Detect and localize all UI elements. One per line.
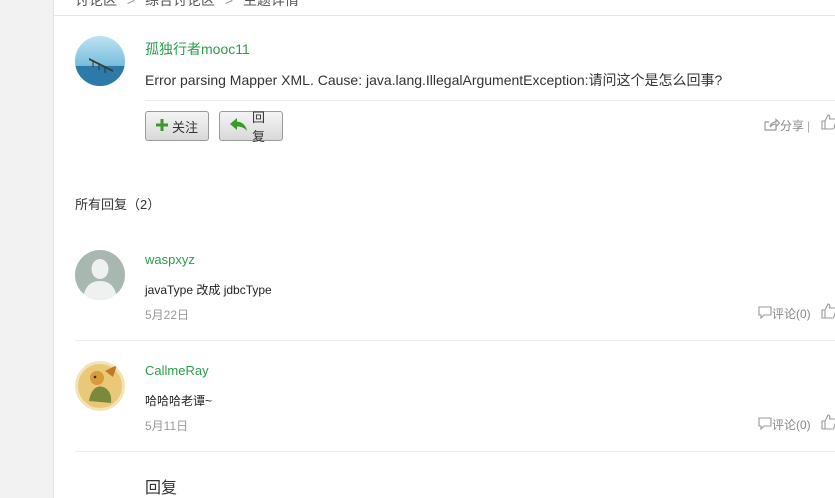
share-icon <box>764 117 781 134</box>
breadcrumb-separator: > <box>126 0 136 8</box>
reply-author-name[interactable]: waspxyz <box>145 252 195 267</box>
share-link[interactable]: 分享 | <box>764 117 810 134</box>
plus-icon <box>156 119 168 133</box>
reply-author-name[interactable]: CallmeRay <box>145 363 209 378</box>
reply-comment-link[interactable]: 评论(0) <box>758 416 811 433</box>
reply-date: 5月11日 <box>145 419 189 433</box>
question-divider <box>145 100 835 101</box>
comment-count-label: 评论(0) <box>772 307 811 321</box>
share-separator: | <box>807 118 811 133</box>
comment-count-label: 评论(0) <box>772 418 811 432</box>
reply-arrow-icon <box>230 118 248 134</box>
follow-button[interactable]: 关注 <box>145 111 209 141</box>
reply-date: 5月22日 <box>145 308 190 322</box>
reply-form-heading: 回复 <box>145 480 178 497</box>
breadcrumb-item-forum[interactable]: 讨论区 <box>75 0 117 8</box>
question-author-avatar[interactable] <box>75 36 125 86</box>
reply-comment-link[interactable]: 评论(0) <box>758 305 811 322</box>
reply-button[interactable]: 回复 <box>219 110 283 144</box>
question-like-thumb-icon[interactable] <box>821 114 835 133</box>
comment-icon <box>758 305 772 322</box>
breadcrumb: 讨论区 > 综合讨论区 > 主题详情 <box>75 0 305 10</box>
reply-text: javaType 改成 jdbcType <box>145 283 272 297</box>
default-user-avatar-image <box>75 250 125 300</box>
share-label: 分享 <box>780 119 805 133</box>
reply-like-thumb-icon[interactable] <box>821 303 835 322</box>
all-replies-heading: 所有回复（2） <box>75 197 161 212</box>
reply-author-avatar[interactable] <box>75 361 125 411</box>
left-gutter <box>0 0 54 498</box>
lake-pier-avatar-image <box>75 36 125 86</box>
reply-text: 哈哈哈老谭~ <box>145 394 213 408</box>
comment-icon <box>758 416 772 433</box>
breadcrumb-item-topic: 主题详情 <box>242 0 299 8</box>
question-text: Error parsing Mapper XML. Cause: java.la… <box>145 72 723 88</box>
breadcrumb-item-general[interactable]: 综合讨论区 <box>145 0 215 8</box>
reply-like-thumb-icon[interactable] <box>821 414 835 433</box>
follow-button-label: 关注 <box>172 119 199 135</box>
reply-divider <box>75 451 835 452</box>
reply-button-label: 回复 <box>252 110 266 144</box>
top-divider <box>54 15 835 16</box>
reply-author-avatar[interactable] <box>75 250 125 300</box>
reply-divider <box>75 340 835 341</box>
cartoon-character-avatar-image <box>75 361 125 411</box>
question-author-name[interactable]: 孤独行者mooc11 <box>145 39 250 59</box>
breadcrumb-separator: > <box>224 0 234 8</box>
